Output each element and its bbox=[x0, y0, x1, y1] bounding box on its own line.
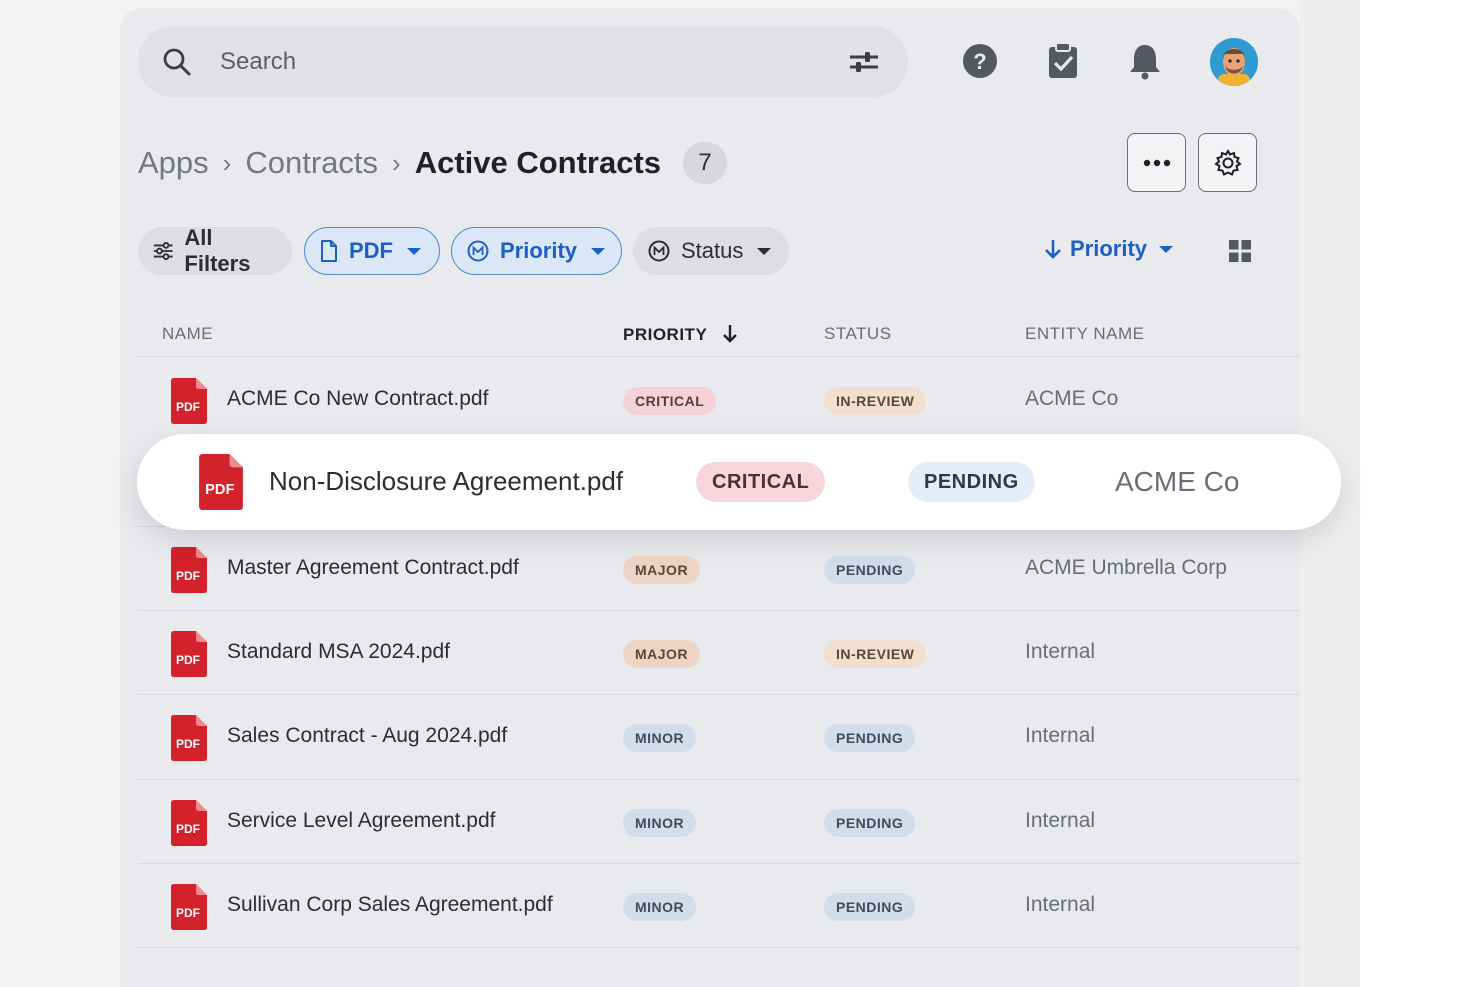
divider bbox=[138, 356, 1300, 357]
caret-down-icon bbox=[757, 247, 772, 255]
chevron-right-icon: › bbox=[222, 147, 232, 178]
svg-text:PDF: PDF bbox=[176, 906, 200, 920]
pdf-file-icon: PDF bbox=[199, 454, 243, 510]
tune-icon[interactable] bbox=[848, 48, 880, 76]
status-badge: IN-REVIEW bbox=[824, 640, 927, 668]
pdf-file-icon: PDF bbox=[171, 715, 207, 761]
table-row[interactable]: PDF Sullivan Corp Sales Agreement.pdf MI… bbox=[138, 864, 1300, 948]
priority-filter-chip[interactable]: Priority bbox=[451, 227, 622, 275]
entity-name: Internal bbox=[1025, 724, 1096, 747]
status-badge: PENDING bbox=[908, 462, 1035, 502]
table-row[interactable]: PDF Standard MSA 2024.pdf MAJOR IN-REVIE… bbox=[138, 611, 1300, 695]
page-title: Active Contracts bbox=[414, 145, 662, 180]
pdf-file-icon: PDF bbox=[171, 884, 207, 930]
priority-badge: MINOR bbox=[623, 893, 697, 921]
pdf-filter-label: PDF bbox=[349, 238, 393, 263]
priority-badge: MAJOR bbox=[623, 640, 701, 668]
caret-down-icon bbox=[591, 247, 606, 255]
pdf-file-icon: PDF bbox=[171, 800, 207, 846]
file-name: Master Agreement Contract.pdf bbox=[227, 556, 519, 579]
divider bbox=[138, 947, 1300, 948]
column-header-name[interactable]: NAME bbox=[162, 324, 213, 344]
status-badge: IN-REVIEW bbox=[824, 387, 927, 415]
file-icon bbox=[321, 240, 337, 262]
grid-view-icon[interactable] bbox=[1228, 239, 1252, 263]
svg-text:PDF: PDF bbox=[176, 653, 200, 667]
user-avatar-image bbox=[1210, 38, 1258, 86]
entity-name: ACME Co bbox=[1115, 466, 1240, 497]
pdf-filter-chip[interactable]: PDF bbox=[304, 227, 440, 275]
priority-filter-label: Priority bbox=[500, 238, 578, 263]
sort-label: Priority bbox=[1070, 236, 1148, 261]
status-badge: PENDING bbox=[824, 724, 916, 752]
settings-button[interactable] bbox=[1198, 133, 1257, 192]
table-row[interactable]: PDF ACME Co New Contract.pdf CRITICAL IN… bbox=[138, 358, 1300, 442]
status-badge: PENDING bbox=[824, 809, 916, 837]
svg-text:PDF: PDF bbox=[205, 482, 234, 498]
file-name: Non-Disclosure Agreement.pdf bbox=[269, 466, 624, 496]
gear-icon bbox=[1213, 148, 1242, 176]
more-options-button[interactable] bbox=[1127, 133, 1186, 192]
all-filters-button[interactable]: All Filters bbox=[138, 225, 292, 276]
search-input[interactable] bbox=[220, 44, 780, 80]
avatar[interactable] bbox=[1210, 38, 1258, 86]
entity-name: Internal bbox=[1025, 893, 1096, 916]
status-badge: PENDING bbox=[824, 556, 916, 584]
column-header-entity[interactable]: ENTITY NAME bbox=[1025, 324, 1144, 344]
caret-down-icon bbox=[407, 247, 421, 255]
table-row[interactable]: PDF Service Level Agreement.pdf MINOR PE… bbox=[138, 780, 1300, 864]
entity-name: Internal bbox=[1025, 809, 1096, 832]
arrow-down-icon bbox=[1045, 240, 1061, 259]
all-filters-label: All Filters bbox=[184, 225, 251, 276]
breadcrumb-contracts[interactable]: Contracts bbox=[245, 145, 378, 181]
clipboard-check-icon[interactable] bbox=[1043, 40, 1083, 80]
entity-name: ACME Co bbox=[1025, 387, 1119, 410]
pdf-file-icon: PDF bbox=[171, 547, 207, 593]
count-badge: 7 bbox=[683, 142, 728, 184]
entity-name: Internal bbox=[1025, 640, 1096, 663]
table-row[interactable]: PDF Master Agreement Contract.pdf MAJOR … bbox=[138, 527, 1300, 611]
svg-text:PDF: PDF bbox=[176, 400, 200, 414]
file-name: Service Level Agreement.pdf bbox=[227, 809, 496, 832]
entity-name: ACME Umbrella Corp bbox=[1025, 556, 1227, 579]
chevron-right-icon: › bbox=[392, 147, 401, 178]
breadcrumb: Apps › Contracts › Active Contracts 7 bbox=[138, 140, 728, 186]
status-circle-icon bbox=[648, 240, 670, 262]
column-header-priority[interactable]: PRIORITY bbox=[623, 324, 738, 345]
priority-badge: MINOR bbox=[623, 809, 697, 837]
priority-badge: MAJOR bbox=[623, 556, 701, 584]
status-filter-label: Status bbox=[681, 238, 744, 263]
bell-icon[interactable] bbox=[1125, 40, 1165, 80]
status-badge: PENDING bbox=[824, 893, 916, 921]
caret-down-icon bbox=[1159, 245, 1174, 253]
file-name: ACME Co New Contract.pdf bbox=[227, 387, 489, 410]
svg-text:PDF: PDF bbox=[176, 737, 200, 751]
search-bar[interactable] bbox=[138, 26, 908, 97]
status-filter-chip[interactable]: Status bbox=[633, 227, 789, 275]
arrow-down-icon bbox=[723, 325, 738, 343]
table-row[interactable]: PDF Sales Contract - Aug 2024.pdf MINOR … bbox=[138, 695, 1300, 779]
column-header-status[interactable]: STATUS bbox=[824, 324, 892, 344]
file-name: Sullivan Corp Sales Agreement.pdf bbox=[227, 893, 553, 916]
sort-by-priority-dropdown[interactable]: Priority bbox=[1044, 236, 1174, 262]
pdf-file-icon: PDF bbox=[171, 378, 207, 424]
help-icon[interactable]: ? bbox=[960, 40, 1000, 80]
priority-badge: CRITICAL bbox=[696, 462, 826, 502]
priority-badge: CRITICAL bbox=[623, 387, 717, 415]
breadcrumb-apps[interactable]: Apps bbox=[138, 145, 209, 181]
search-icon bbox=[163, 48, 191, 76]
page-edge bbox=[1360, 0, 1480, 987]
svg-text:?: ? bbox=[973, 49, 986, 74]
more-icon bbox=[1143, 159, 1170, 166]
file-name: Standard MSA 2024.pdf bbox=[227, 640, 450, 663]
sliders-icon bbox=[153, 242, 173, 260]
priority-badge: MINOR bbox=[623, 724, 697, 752]
pdf-file-icon: PDF bbox=[171, 631, 207, 677]
column-header-priority-label: PRIORITY bbox=[623, 325, 707, 344]
svg-text:PDF: PDF bbox=[176, 822, 200, 836]
svg-text:PDF: PDF bbox=[176, 569, 200, 583]
file-name: Sales Contract - Aug 2024.pdf bbox=[227, 724, 508, 747]
highlighted-table-row[interactable]: PDF Non-Disclosure Agreement.pdf CRITICA… bbox=[137, 434, 1341, 530]
priority-circle-icon bbox=[467, 240, 489, 262]
